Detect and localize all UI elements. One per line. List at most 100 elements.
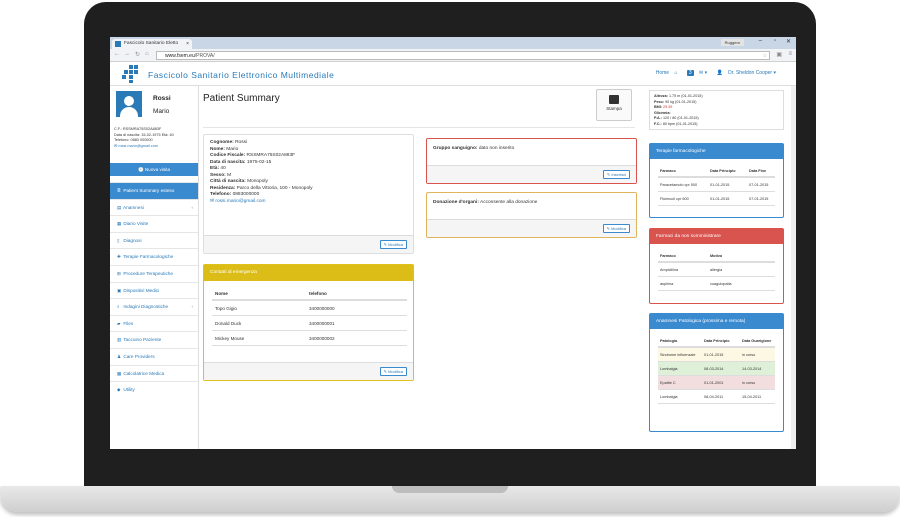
patient-email[interactable]: ✉ rossi.mario@gmail.com [114,144,174,150]
bookmark-star-icon[interactable]: ☆ [763,52,767,60]
sidebar-item-procedure-terapeutiche[interactable]: ⊞ Procedure Terapeutiche [110,264,198,282]
pathology-table: Patologia Data Principio Data Guarigione Si… [658,334,775,404]
table-header: Farmaco Data Principio Data Fine [658,164,775,178]
address-bar: ← → ↻ ⌂ www.fsem.eu/PROVA/ ☆ ▣ ≡ [110,49,796,62]
sidebar-item-label: Patient Summary esteso [123,188,175,193]
table-cell: 01-01-2015 [704,353,724,357]
browser-user[interactable]: Ruggero [720,39,744,46]
table-cell: 14-03-2014 [742,367,762,371]
table-cell: in corso [742,353,756,357]
modify-label: Modifica [388,242,403,247]
not-administer-table: Farmaco Motivo Ampicillina allergia aspirina… [658,249,775,291]
tags-icon: ◆ [117,387,121,393]
new-visit-button[interactable]: 🕓 Nuova visita [110,163,198,176]
insert-button[interactable]: ✎ Inserisci [602,170,630,179]
residence-value: Parco della Vittoria, 100 - Monopoly [236,185,313,191]
sidebar-item-label: Care Providers [123,353,155,359]
print-button[interactable]: Stampa [596,89,632,121]
sidebar-item-anamnesi[interactable]: ▤ Anamnesi ‹ [110,198,198,216]
contact-name: Mickey Mouse [215,336,245,341]
sidebar-item-calcolatrice-medica[interactable]: ▩ Calcolatrice Medica [110,364,198,382]
extension-icon[interactable]: ▣ [776,51,782,58]
sidebar-item-care-providers[interactable]: ♟ Care Providers [110,347,198,365]
surname-value: Rossi [235,140,248,145]
new-visit-icon: 🕓 [137,167,144,172]
table-cell: Lombalgia [660,367,678,371]
browser-tab[interactable]: Fascicolo Sanitario Eletto × [112,39,192,49]
demographics-panel: Cognome: Rossi Nome: Mario Codice Fiscal… [203,134,414,254]
not-administer-panel: Farmaci da non somministrare Farmaco Moti… [649,228,784,304]
maximize-icon[interactable]: ▫ [774,38,776,44]
table-cell: 07-01-2015 [749,183,769,187]
app-header: Fascicolo Sanitario Elettronico Multimed… [110,62,796,86]
table-row: Mickey Mouse 3400000002 [212,331,407,346]
sidebar-item-diario-visite[interactable]: ▦ Diario Visite [110,215,198,232]
sidebar-item-label: Anamnesi [123,204,144,210]
reload-icon[interactable]: ↻ [135,51,140,58]
panel-footer: ✎ Modifica [204,235,413,253]
pencil-icon: ✎ [383,369,387,374]
sidebar-item-diagnosi[interactable]: ▯ Diagnosi [110,231,198,249]
panel-footer: ✎ Modifica [204,362,413,380]
divider [203,127,635,128]
user-menu[interactable]: 👤 Dr. Sheldon Cooper ▾ [713,70,776,76]
sidebar-item-label: Procedure Terapeutiche [123,270,173,276]
vital-value: 120 / 80 (01-01-2015) [662,116,699,120]
app-title: Fascicolo Sanitario Elettronico Multimed… [148,70,335,80]
sidebar-item-label: Files [123,320,134,326]
sidebar-item-terapie-farmacologiche[interactable]: ✚ Terapie Farmacologiche [110,248,198,265]
modify-button[interactable]: ✎ Modifica [379,367,407,376]
email-link[interactable]: ✉ rossi.mario@gmail.com [210,199,313,206]
blood-group-panel: Gruppo sanguigno: dato non inserito ✎ In… [426,138,637,184]
home-icon[interactable]: ⌂ [145,51,149,57]
sidebar-item-taccuino-paziente[interactable]: ▥ Taccuino Paziente [110,331,198,348]
close-window-icon[interactable]: ✕ [786,38,791,45]
sidebar-item-dispositivi-medici[interactable]: ▣ Dispositivi Medici [110,281,198,299]
notifications[interactable]: 3 ✉ ▾ [683,70,707,76]
table-cell: 08-03-2014 [704,367,724,371]
sidebar-item-label: Calcolatrice Medica [123,370,165,376]
surname-key: Cognome: [210,140,234,145]
residence-key: Residenza: [210,185,236,191]
sidebar-item-utility[interactable]: ◆ Utility [110,381,198,398]
table-cell: 08-04-2011 [704,395,724,399]
column-header: Farmaco [660,254,676,258]
not-administer-title: Farmaci da non somministrare [650,229,783,244]
pencil-icon: ✎ [606,226,610,231]
forward-icon[interactable]: → [124,51,130,57]
column-header: Motivo [710,254,723,258]
table-row: Ampicillina allergia [658,263,775,277]
page-scrollbar[interactable] [791,86,796,449]
url-field[interactable]: www.fsem.eu/PROVA/ ☆ [156,51,770,60]
nav-home[interactable]: Home ⌂ [652,70,678,76]
table-cell: coagulopatia [710,282,732,286]
back-icon[interactable]: ← [114,51,120,57]
modify-button[interactable]: ✎ Modifica [379,240,407,249]
vital-key: P.A.: [654,116,662,120]
close-tab-icon[interactable]: × [186,39,189,49]
vital-key: Glicemia: [654,110,671,115]
panel-footer: ✎ Inserisci [427,165,636,183]
browser-menu-icon[interactable]: ≡ [788,51,792,57]
sidebar-item-patient-summary-esteso[interactable]: ≣ Patient Summary esteso [110,182,198,199]
modify-button[interactable]: ✎ Modifica [602,224,630,233]
panel-footer: ✎ Modifica [427,219,636,237]
vital-value: 29.39 [663,105,673,109]
sidebar-item-files[interactable]: ▰ Files [110,314,198,332]
sidebar: Rossi Mario C.F.: RSSMRA75S02A883F Data … [110,86,199,449]
vital-key: Peso: [654,99,665,104]
page-title: Patient Summary [203,93,280,104]
table-header: Farmaco Motivo [658,249,775,263]
column-header: Data Fine [749,169,767,173]
age-value: 40 [220,166,226,171]
column-header: Farmaco [660,169,676,173]
organ-donation: Donazione d'organi: Acconsente alla dona… [433,200,537,205]
minimize-icon[interactable]: – [759,38,762,44]
email-text: rossi.mario@gmail.com [215,198,266,204]
sidebar-item-indagini-diagnostiche[interactable]: ⌕ Indagini Diagnostiche ‹ [110,298,198,315]
pathology-panel: Anamnesi Patologica (prossima e remota) … [649,313,784,432]
phone-key: Telefono: [210,192,232,197]
sidebar-item-label: Dispositivi Medici [123,287,160,293]
birthplace-value: Monopoly [247,179,268,184]
table-cell: aspirina [660,282,674,286]
